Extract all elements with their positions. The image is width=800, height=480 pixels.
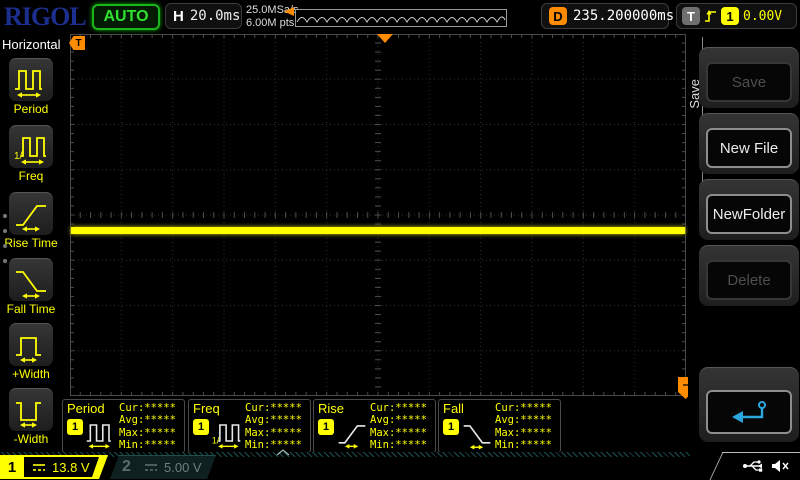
measurement-stats: Cur:***** Avg:***** Max:***** Min:***** <box>245 402 302 451</box>
usb-icon <box>742 458 766 474</box>
new-folder-button[interactable]: NewFolder <box>706 194 792 234</box>
acquisition-info: 25.0MSa/s 6.00M pts <box>246 4 299 30</box>
measurement-stats: Cur:***** Avg:***** Max:***** Min:***** <box>119 402 176 451</box>
save-menu-panel: Save Save New File NewFolder Delete <box>688 33 800 460</box>
measurement-box-fall[interactable]: Fall 1 Cur:***** Avg:***** Max:***** Min… <box>438 399 561 453</box>
return-button[interactable] <box>706 390 792 434</box>
channel1-label[interactable]: 1 13.8 V <box>0 455 108 479</box>
measurement-stats: Cur:***** Avg:***** Max:***** Min:***** <box>370 402 427 451</box>
plus-width-icon <box>9 323 53 366</box>
menu-notch-icon <box>276 449 290 456</box>
channel2-scale: 5.00 V <box>164 455 202 479</box>
measurement-title: Freq <box>193 401 220 416</box>
new-file-button[interactable]: New File <box>706 128 792 168</box>
measure-menu-title: Horizontal <box>2 37 61 52</box>
delay-value: 235.200000ms <box>573 8 674 24</box>
sidebar-item-label: Freq <box>0 169 62 183</box>
freq-icon: 1/ <box>9 125 53 168</box>
fall-time-icon <box>461 416 493 455</box>
fall-time-icon <box>9 258 53 301</box>
horizontal-label: H <box>173 8 184 25</box>
sidebar-item-label: Fall Time <box>0 302 62 316</box>
delay-badge: D <box>549 7 567 25</box>
measurement-stats: Cur:***** Avg:***** Max:***** Min:***** <box>495 402 552 451</box>
softkey-save[interactable]: Save <box>699 47 799 108</box>
delay-box[interactable]: D 235.200000ms <box>541 3 669 29</box>
overview-waveform-icon <box>296 10 506 26</box>
sidebar-item-label: Period <box>0 102 62 116</box>
channel2-number: 2 <box>122 455 131 479</box>
trigger-source-badge: 1 <box>721 7 739 25</box>
waveform-overview-strip[interactable] <box>295 9 507 27</box>
graticule-grid <box>70 34 686 396</box>
rise-time-icon <box>336 416 368 455</box>
sidebar-item-freq[interactable]: 1/ Freq <box>0 125 62 183</box>
channel1-number: 1 <box>0 455 24 479</box>
svg-text:1/: 1/ <box>212 436 220 446</box>
sidebar-item-period[interactable]: Period <box>0 58 62 116</box>
measurement-box-period[interactable]: Period 1 Cur:***** Avg:***** Max:***** M… <box>62 399 185 453</box>
measure-menu-sidebar: Horizontal Period 1/ Freq <box>0 33 62 453</box>
measurement-box-rise[interactable]: Rise 1 Cur:***** Avg:***** Max:***** Min… <box>313 399 436 453</box>
sidebar-item-label: Rise Time <box>0 236 62 250</box>
horizontal-timebase-box[interactable]: H 20.0ms <box>165 3 242 29</box>
trigger-badge: T <box>682 7 700 25</box>
freq-icon: 1/ <box>211 416 243 455</box>
channel-badge: 1 <box>193 419 209 435</box>
delete-button[interactable]: Delete <box>706 260 792 300</box>
save-button[interactable]: Save <box>706 62 792 102</box>
channel2-label[interactable]: 2 5.00 V <box>110 455 216 479</box>
waveform-display-area[interactable]: T T <box>70 34 686 396</box>
rigol-logo: RIGOL <box>4 2 86 32</box>
timebase-value: 20.0ms <box>190 8 241 24</box>
speaker-muted-icon <box>770 458 790 474</box>
softkey-delete[interactable]: Delete <box>699 245 799 306</box>
minus-width-icon <box>9 388 53 431</box>
sidebar-item-plus-width[interactable]: +Width <box>0 323 62 381</box>
channel1-trace <box>71 227 685 234</box>
trigger-level-value: 0.00V <box>743 9 782 24</box>
dc-coupling-icon <box>144 463 158 473</box>
trigger-box[interactable]: T 1 0.00V <box>676 3 797 29</box>
statusbar-topline <box>722 452 800 453</box>
softkey-new-folder[interactable]: NewFolder <box>699 179 799 240</box>
channel1-scale: 13.8 V <box>52 455 90 479</box>
channel-badge: 1 <box>67 419 83 435</box>
softkey-return[interactable] <box>699 367 799 442</box>
softkey-new-file[interactable]: New File <box>699 113 799 174</box>
period-icon <box>9 58 53 101</box>
dc-coupling-icon <box>32 463 46 473</box>
sidebar-item-rise-time[interactable]: Rise Time <box>0 192 62 250</box>
period-icon <box>85 416 117 455</box>
svg-text:1/: 1/ <box>14 151 23 162</box>
measurement-title: Period <box>67 401 105 416</box>
memory-depth: 6.00M pts <box>246 17 299 30</box>
sidebar-item-minus-width[interactable]: -Width <box>0 388 62 446</box>
top-status-bar: RIGOL AUTO H 20.0ms 25.0MSa/s 6.00M pts … <box>0 0 800 33</box>
trigger-slope-icon <box>704 8 717 24</box>
menu-page-dots <box>3 203 7 274</box>
return-arrow-icon <box>729 399 769 425</box>
sidebar-item-fall-time[interactable]: Fall Time <box>0 258 62 316</box>
measurement-title: Rise <box>318 401 344 416</box>
channel-badge: 1 <box>318 419 334 435</box>
oscilloscope-screen: RIGOL AUTO H 20.0ms 25.0MSa/s 6.00M pts … <box>0 0 800 480</box>
run-status-badge[interactable]: AUTO <box>92 4 160 30</box>
channel-badge: 1 <box>443 419 459 435</box>
sidebar-item-label: +Width <box>0 367 62 381</box>
channel-status-bar: 1 13.8 V 2 5.00 V <box>0 452 800 480</box>
measurement-title: Fall <box>443 401 464 416</box>
sidebar-item-label: -Width <box>0 432 62 446</box>
measurement-box-freq[interactable]: Freq 1 1/ Cur:***** Avg:***** Max:***** … <box>188 399 311 453</box>
statusbar-divider <box>709 452 723 480</box>
rise-time-icon <box>9 192 53 235</box>
